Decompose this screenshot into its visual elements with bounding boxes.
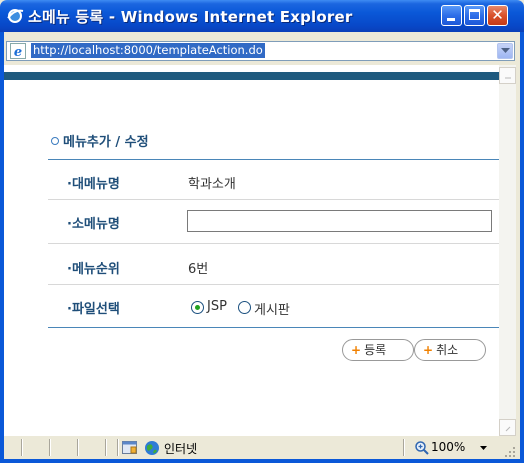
- minimize-button[interactable]: [441, 5, 462, 26]
- file-option-jsp-label[interactable]: JSP: [207, 299, 227, 314]
- svg-text:e: e: [14, 45, 22, 59]
- status-separator: [49, 439, 50, 456]
- window-title: 소메뉴 등록 - Windows Internet Explorer: [28, 8, 353, 26]
- title-bar[interactable]: 소메뉴 등록 - Windows Internet Explorer ✕: [0, 0, 524, 32]
- maximize-button[interactable]: [464, 5, 485, 26]
- minimize-icon: [447, 18, 455, 21]
- register-button[interactable]: + 등록: [342, 339, 414, 361]
- protected-mode-icon[interactable]: [122, 440, 140, 456]
- status-separator: [117, 439, 118, 456]
- status-bar: 인터넷 100%: [0, 436, 524, 463]
- close-icon: ✕: [491, 6, 504, 24]
- scroll-up-button[interactable]: [499, 67, 516, 84]
- resize-corner-icon: [505, 426, 511, 432]
- menu-order-label: ·메뉴순위: [67, 262, 120, 277]
- register-button-label: 등록: [364, 343, 387, 357]
- security-zone-label: 인터넷: [164, 442, 198, 456]
- scroll-down-button[interactable]: [499, 419, 516, 436]
- file-option-board-radio[interactable]: [238, 301, 251, 314]
- address-input[interactable]: e http://localhost:8000/templateAction.d…: [6, 41, 515, 61]
- plus-icon: +: [423, 343, 434, 357]
- address-dropdown-button[interactable]: [497, 43, 513, 59]
- address-url[interactable]: http://localhost:8000/templateAction.do: [31, 43, 265, 58]
- row-divider: [48, 243, 499, 244]
- zoom-level[interactable]: 100%: [431, 440, 465, 454]
- section-title: 메뉴추가 / 수정: [51, 131, 149, 150]
- plus-icon: +: [351, 343, 362, 357]
- resize-grip-icon[interactable]: [504, 446, 516, 458]
- menu-order-value: 6번: [188, 262, 209, 277]
- ie-page-icon: e: [10, 43, 26, 59]
- zoom-magnifier-icon: [415, 441, 429, 455]
- status-separator: [21, 439, 22, 456]
- major-menu-label: ·대메뉴명: [67, 177, 120, 192]
- status-separator: [105, 439, 106, 456]
- status-separator: [403, 439, 404, 456]
- section-divider-bottom: [48, 327, 499, 328]
- row-divider: [48, 199, 499, 200]
- major-menu-value: 학과소개: [188, 177, 236, 192]
- circle-bullet-icon: [51, 137, 59, 145]
- dash-icon: [505, 77, 511, 79]
- close-button[interactable]: ✕: [487, 5, 508, 26]
- chevron-down-icon: [501, 48, 510, 53]
- zoom-dropdown-icon[interactable]: [480, 446, 487, 450]
- header-stripe: [4, 72, 499, 80]
- cancel-button-label: 취소: [436, 343, 459, 357]
- row-divider: [48, 284, 499, 285]
- page-content: 메뉴추가 / 수정 ·대메뉴명 학과소개 ·소메뉴명 ·메뉴순위 6번 ·파일선…: [4, 65, 499, 436]
- status-separator: [77, 439, 78, 456]
- file-option-jsp-radio[interactable]: [191, 301, 204, 314]
- address-bar: e http://localhost:8000/templateAction.d…: [0, 32, 524, 65]
- minor-menu-input[interactable]: [187, 210, 492, 232]
- file-option-board-label[interactable]: 게시판: [254, 299, 290, 318]
- minor-menu-label: ·소메뉴명: [67, 217, 120, 232]
- file-select-label: ·파일선택: [67, 302, 120, 317]
- section-divider: [48, 159, 499, 160]
- maximize-icon: [469, 9, 480, 20]
- vertical-scrollbar[interactable]: [499, 65, 516, 436]
- cancel-button[interactable]: + 취소: [414, 339, 486, 361]
- globe-icon: [145, 441, 159, 455]
- internet-explorer-icon: [7, 9, 24, 23]
- section-title-text: 메뉴추가 / 수정: [63, 135, 149, 150]
